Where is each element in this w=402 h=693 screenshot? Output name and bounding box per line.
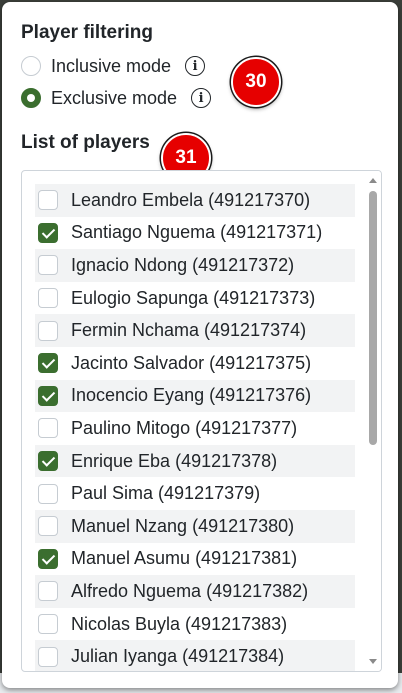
player-label: Alfredo Nguema (491217382)	[71, 580, 309, 601]
player-list-item[interactable]: Ignacio Ndong (491217372)	[35, 249, 355, 282]
scroll-up-arrow-icon[interactable]	[369, 178, 377, 183]
scroll-down-arrow-icon[interactable]	[369, 659, 377, 664]
mode-radio-group: Inclusive mode i Exclusive mode i	[21, 50, 379, 114]
players-listbox[interactable]: Leandro Embela (491217370) Santiago Nguem…	[21, 170, 382, 672]
player-checkbox[interactable]	[38, 581, 58, 602]
player-list-item[interactable]: Santiago Nguema (491217371)	[35, 217, 355, 250]
player-checkbox[interactable]	[38, 222, 58, 243]
player-checkbox[interactable]	[38, 353, 58, 374]
player-list-item[interactable]: Paul Sima (491217379)	[35, 477, 355, 510]
player-label: Paulino Mitogo (491217377)	[71, 417, 298, 438]
step-badge: 30	[231, 57, 281, 107]
exclusive-mode-radio[interactable]	[21, 88, 41, 108]
player-checkbox[interactable]	[38, 418, 58, 439]
player-label: Enrique Eba (491217378)	[71, 450, 278, 471]
player-checkbox[interactable]	[38, 516, 58, 537]
player-list-item[interactable]: Manuel Nzang (491217380)	[35, 509, 355, 543]
player-label: Eulogio Sapunga (491217373)	[71, 287, 316, 308]
player-filter-popover: Player filtering Inclusive mode i Exclus…	[2, 2, 398, 688]
player-list-item[interactable]: Jacinto Salvador (491217375)	[35, 347, 355, 380]
player-list-item[interactable]: Manuel Asumu (491217381)	[35, 543, 355, 576]
player-list-item[interactable]: Eulogio Sapunga (491217373)	[35, 282, 355, 315]
player-checkbox[interactable]	[38, 483, 58, 504]
exclusive-mode-option[interactable]: Exclusive mode i	[21, 82, 379, 114]
player-label: Jacinto Salvador (491217375)	[71, 352, 312, 373]
player-label: Fermin Nchama (491217374)	[71, 320, 307, 341]
player-label: Manuel Nzang (491217380)	[71, 515, 295, 536]
player-checkbox[interactable]	[38, 320, 58, 341]
info-circle-icon[interactable]: i	[185, 56, 206, 76]
player-checkbox[interactable]	[38, 190, 58, 211]
player-label: Paul Sima (491217379)	[71, 483, 261, 504]
player-label: Leandro Embela (491217370)	[71, 189, 311, 210]
player-list-item[interactable]: Leandro Embela (491217370)	[35, 184, 355, 217]
player-list-item[interactable]: Paulino Mitogo (491217377)	[35, 412, 355, 445]
inclusive-mode-label: Inclusive mode	[51, 55, 172, 76]
info-circle-icon[interactable]: i	[191, 88, 212, 108]
scrollbar-thumb[interactable]	[369, 191, 377, 445]
player-list-item[interactable]: Nicolas Buyla (491217383)	[35, 608, 355, 641]
player-list-item[interactable]: Alfredo Nguema (491217382)	[35, 575, 355, 608]
player-label: Inocencio Eyang (491217376)	[71, 385, 312, 406]
player-checkbox[interactable]	[38, 614, 58, 635]
player-checkbox[interactable]	[38, 451, 58, 472]
players-list: Leandro Embela (491217370) Santiago Nguem…	[35, 184, 355, 671]
player-checkbox[interactable]	[38, 385, 58, 406]
exclusive-mode-label: Exclusive mode	[51, 87, 178, 108]
player-list-item[interactable]: Julian Iyanga (491217384)	[35, 640, 355, 671]
listbox-scrollbar[interactable]	[365, 171, 381, 671]
inclusive-mode-option[interactable]: Inclusive mode i	[21, 50, 379, 82]
player-list-item[interactable]: Fermin Nchama (491217374)	[35, 314, 355, 347]
player-checkbox[interactable]	[38, 548, 58, 569]
player-label: Manuel Asumu (491217381)	[71, 548, 298, 569]
player-label: Nicolas Buyla (491217383)	[71, 613, 288, 634]
player-list-item[interactable]: Inocencio Eyang (491217376)	[35, 379, 355, 413]
player-list-item[interactable]: Enrique Eba (491217378)	[35, 444, 355, 478]
player-label: Julian Iyanga (491217384)	[71, 646, 285, 667]
player-checkbox[interactable]	[38, 255, 58, 276]
inclusive-mode-radio[interactable]	[21, 56, 41, 76]
player-checkbox[interactable]	[38, 646, 58, 667]
player-checkbox[interactable]	[38, 288, 58, 309]
player-label: Ignacio Ndong (491217372)	[71, 254, 295, 275]
player-label: Santiago Nguema (491217371)	[71, 222, 323, 243]
player-filtering-heading: Player filtering	[21, 22, 153, 43]
